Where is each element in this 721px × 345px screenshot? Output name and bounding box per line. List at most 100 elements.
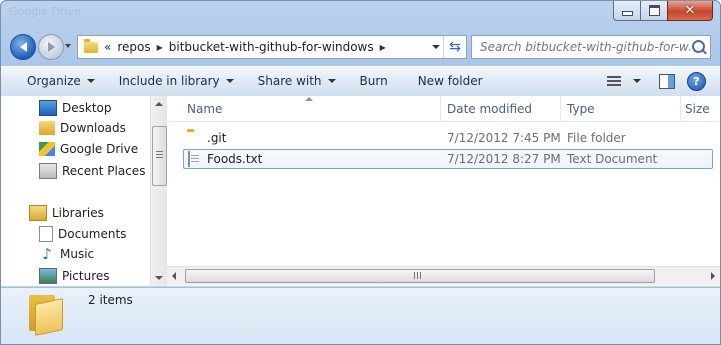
sidebar-item-label: Music bbox=[60, 247, 95, 261]
maximize-button[interactable] bbox=[640, 1, 668, 21]
file-name: Foods.txt bbox=[207, 152, 263, 166]
overflow-chevron[interactable]: « bbox=[104, 40, 111, 54]
column-label: Type bbox=[567, 101, 595, 116]
sidebar-item-google-drive[interactable]: Google Drive bbox=[39, 142, 138, 156]
navigation-pane-scrollbar[interactable] bbox=[150, 96, 167, 286]
chevron-down-icon bbox=[327, 79, 336, 83]
column-label: Name bbox=[187, 101, 223, 116]
breadcrumb-label: bitbucket-with-github-for-windows bbox=[168, 40, 374, 54]
burn-button[interactable]: Burn bbox=[354, 70, 394, 92]
sidebar-item-pictures[interactable]: Pictures bbox=[39, 268, 110, 284]
refresh-button[interactable]: ⇆ bbox=[443, 36, 466, 58]
search-box[interactable] bbox=[471, 35, 711, 59]
new-folder-label: New folder bbox=[417, 74, 483, 88]
file-type: File folder bbox=[567, 131, 626, 145]
command-bar: Organize Include in library Share with B… bbox=[1, 65, 720, 97]
views-icon bbox=[607, 75, 621, 87]
recent-pages-dropdown[interactable] bbox=[65, 44, 71, 48]
sidebar-item-desktop[interactable]: Desktop bbox=[39, 100, 112, 116]
preview-pane-icon[interactable] bbox=[659, 73, 675, 89]
refresh-icon: ⇆ bbox=[449, 39, 461, 55]
sidebar-item-label: Desktop bbox=[62, 101, 112, 115]
forward-arrow-icon bbox=[47, 42, 55, 52]
minimize-icon bbox=[621, 11, 633, 16]
breadcrumb-separator-icon[interactable]: ▶ bbox=[380, 43, 386, 52]
desktop-icon bbox=[39, 100, 57, 116]
help-icon[interactable]: ? bbox=[687, 71, 706, 91]
file-date: 7/12/2012 7:45 PM bbox=[447, 131, 561, 145]
sidebar-item-music[interactable]: ♪ Music bbox=[39, 247, 95, 262]
column-label: Size bbox=[685, 101, 710, 116]
column-header-date-modified[interactable]: Date modified bbox=[439, 96, 561, 121]
downloads-icon bbox=[39, 121, 55, 135]
close-button[interactable]: ✕ bbox=[667, 1, 713, 21]
content-area: Desktop Downloads Google Drive Recent Pl… bbox=[1, 96, 720, 286]
organize-label: Organize bbox=[27, 74, 81, 88]
breadcrumb-label: repos bbox=[117, 40, 151, 54]
organize-button[interactable]: Organize bbox=[21, 70, 101, 92]
breadcrumb-current-folder[interactable]: bitbucket-with-github-for-windows bbox=[169, 40, 374, 54]
sidebar-item-libraries[interactable]: Libraries bbox=[29, 205, 104, 221]
navigation-bar: « repos ▶ bitbucket-with-github-for-wind… bbox=[1, 30, 720, 64]
file-row-selected[interactable]: Foods.txt 7/12/2012 8:27 PM Text Documen… bbox=[183, 149, 713, 169]
forward-button[interactable] bbox=[38, 34, 64, 60]
address-dropdown-icon[interactable] bbox=[432, 45, 440, 49]
file-date: 7/12/2012 8:27 PM bbox=[447, 152, 561, 166]
scroll-up-icon[interactable] bbox=[155, 102, 163, 106]
file-list: Name Date modified Type Size .git 7/12/2… bbox=[167, 96, 720, 286]
scroll-right-icon[interactable] bbox=[711, 272, 715, 280]
window-title: Google Drive bbox=[9, 5, 81, 18]
column-header-type[interactable]: Type bbox=[559, 96, 681, 121]
scrollbar-thumb[interactable] bbox=[152, 126, 167, 186]
scroll-left-icon[interactable] bbox=[172, 272, 176, 280]
title-bar[interactable]: Google Drive ✕ bbox=[1, 1, 720, 29]
column-header-name[interactable]: Name bbox=[179, 96, 441, 121]
chevron-down-icon bbox=[225, 79, 234, 83]
maximize-icon bbox=[648, 5, 660, 16]
horizontal-scrollbar[interactable] bbox=[167, 266, 720, 285]
back-arrow-icon bbox=[19, 42, 27, 52]
sidebar-item-documents[interactable]: Documents bbox=[39, 226, 126, 242]
minimize-button[interactable] bbox=[613, 1, 641, 21]
item-count: 2 items bbox=[88, 293, 133, 307]
include-in-library-label: Include in library bbox=[118, 74, 220, 88]
details-pane: 2 items bbox=[1, 287, 720, 344]
share-with-label: Share with bbox=[257, 74, 322, 88]
share-with-button[interactable]: Share with bbox=[252, 70, 342, 92]
breadcrumb-separator-icon[interactable]: ▶ bbox=[157, 43, 163, 52]
libraries-icon bbox=[29, 205, 47, 221]
scrollbar-thumb[interactable] bbox=[185, 269, 655, 283]
sidebar-item-label: Documents bbox=[58, 227, 127, 241]
sidebar-item-downloads[interactable]: Downloads bbox=[39, 121, 126, 135]
folder-icon bbox=[84, 38, 98, 53]
search-input[interactable] bbox=[478, 39, 692, 55]
close-icon: ✕ bbox=[684, 3, 696, 18]
file-name: .git bbox=[207, 131, 227, 145]
explorer-window: Google Drive ✕ « repos ▶ bitbucket-with-… bbox=[0, 0, 721, 345]
folder-icon bbox=[29, 295, 63, 336]
sidebar-item-recent-places[interactable]: Recent Places bbox=[39, 163, 145, 179]
chevron-down-icon bbox=[86, 79, 95, 83]
sidebar-item-label: Google Drive bbox=[60, 142, 139, 156]
documents-icon bbox=[39, 226, 53, 242]
file-row[interactable]: .git 7/12/2012 7:45 PM File folder bbox=[183, 128, 713, 148]
scroll-down-icon[interactable] bbox=[155, 276, 163, 280]
new-folder-button[interactable]: New folder bbox=[412, 70, 489, 92]
change-view-button[interactable] bbox=[601, 70, 647, 92]
back-button[interactable] bbox=[10, 34, 36, 60]
sidebar-item-label: Pictures bbox=[62, 269, 110, 283]
breadcrumb-repos[interactable]: repos bbox=[117, 40, 150, 54]
sidebar-item-label: Libraries bbox=[52, 206, 104, 220]
address-bar[interactable]: « repos ▶ bitbucket-with-github-for-wind… bbox=[77, 35, 467, 59]
column-header-size[interactable]: Size bbox=[677, 96, 720, 121]
recent-places-icon bbox=[39, 163, 57, 179]
pictures-icon bbox=[39, 268, 57, 284]
search-icon[interactable] bbox=[692, 40, 705, 53]
column-header-row: Name Date modified Type Size bbox=[167, 96, 720, 122]
sidebar-item-label: Recent Places bbox=[62, 164, 146, 178]
text-file-icon bbox=[188, 151, 190, 167]
include-in-library-button[interactable]: Include in library bbox=[113, 70, 240, 92]
chevron-down-icon bbox=[633, 79, 641, 83]
navigation-pane: Desktop Downloads Google Drive Recent Pl… bbox=[1, 96, 151, 286]
sidebar-item-label: Downloads bbox=[60, 121, 126, 135]
